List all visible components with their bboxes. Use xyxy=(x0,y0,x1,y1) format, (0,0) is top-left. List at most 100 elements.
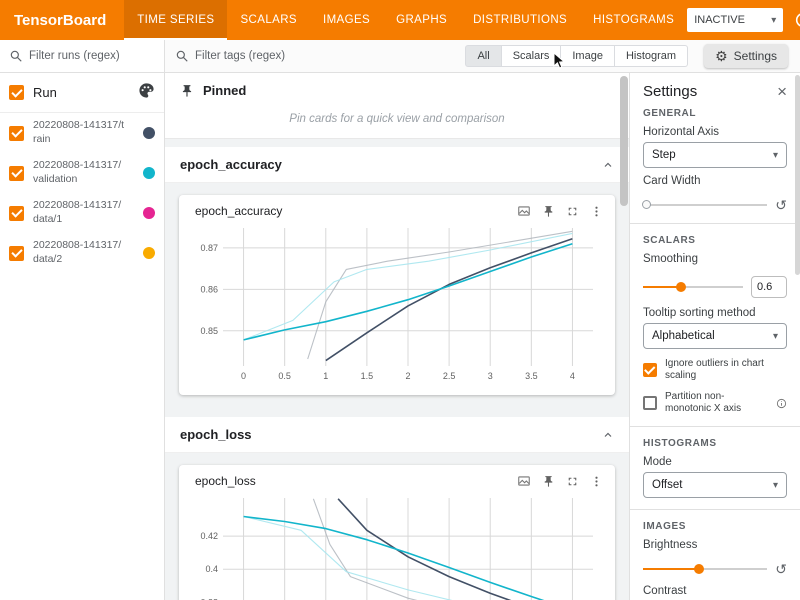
theme-toggle-icon[interactable] xyxy=(794,11,800,29)
histograms-heading: HISTOGRAMS xyxy=(643,438,787,449)
run-color-dot xyxy=(143,127,155,139)
divider xyxy=(630,223,800,224)
more-options-icon[interactable] xyxy=(590,205,603,218)
smoothing-slider[interactable] xyxy=(643,286,743,288)
data-status-dropdown[interactable]: INACTIVE ▾ xyxy=(687,8,783,32)
brightness-slider-row: ↺ xyxy=(643,562,787,576)
section-header[interactable]: epoch_loss xyxy=(165,417,629,453)
svg-text:3.5: 3.5 xyxy=(525,371,538,381)
contrast-label: Contrast xyxy=(643,585,787,597)
card-width-label: Card Width xyxy=(643,175,787,187)
scalars-heading: SCALARS xyxy=(643,235,787,246)
tab-distributions[interactable]: DISTRIBUTIONS xyxy=(460,0,580,40)
chevron-down-icon: ▾ xyxy=(773,150,778,161)
run-checkbox[interactable] xyxy=(9,246,24,261)
pinned-empty-message: Pin cards for a quick view and compariso… xyxy=(165,104,629,138)
tab-images[interactable]: IMAGES xyxy=(310,0,383,40)
svg-text:0.42: 0.42 xyxy=(200,531,218,541)
card-width-slider-row: ↺ xyxy=(643,198,787,212)
run-row-validation: 20220808-141317/validation xyxy=(0,153,164,193)
smoothing-slider-row xyxy=(643,276,787,298)
filter-all-button[interactable]: All xyxy=(465,45,501,67)
general-heading: GENERAL xyxy=(643,108,787,119)
tag-type-filter-group: All Scalars Image Histogram xyxy=(465,45,688,67)
histogram-mode-select[interactable]: Offset ▾ xyxy=(643,472,787,498)
settings-button-label: Settings xyxy=(734,49,777,63)
settings-button[interactable]: ⚙ Settings xyxy=(704,44,788,68)
runs-filter-input[interactable] xyxy=(29,50,141,62)
settings-panel-title: Settings xyxy=(643,83,697,100)
run-checkbox[interactable] xyxy=(9,166,24,181)
filter-scalars-button[interactable]: Scalars xyxy=(502,45,562,67)
section-title: epoch_loss xyxy=(180,427,252,442)
tag-toolbar: All Scalars Image Histogram ⚙ Settings xyxy=(165,40,800,73)
run-color-dot xyxy=(143,167,155,179)
card-header: epoch_accuracy xyxy=(187,202,607,220)
tab-graphs[interactable]: GRAPHS xyxy=(383,0,460,40)
card-title: epoch_loss xyxy=(195,474,256,488)
close-icon[interactable]: × xyxy=(777,83,787,100)
section-epoch-loss: epoch_loss epoch_loss 00.511.522.533.5 xyxy=(165,417,629,600)
status-value: INACTIVE xyxy=(694,14,745,26)
fit-domain-icon[interactable] xyxy=(517,204,531,218)
filter-histogram-button[interactable]: Histogram xyxy=(615,45,688,67)
smoothing-value-input[interactable] xyxy=(751,276,787,298)
tags-filter-input[interactable] xyxy=(195,50,345,62)
ignore-outliers-checkbox[interactable] xyxy=(643,363,657,377)
topbar-actions: INACTIVE ▾ ↻ ⚙ ? xyxy=(687,8,800,32)
scalar-card-epoch-loss: epoch_loss 00.511.522.533.540.360.380.40… xyxy=(179,465,615,600)
card-width-slider[interactable] xyxy=(643,204,767,206)
images-heading: IMAGES xyxy=(643,521,787,532)
reset-icon[interactable]: ↺ xyxy=(775,198,787,212)
pin-icon[interactable] xyxy=(542,475,555,488)
more-options-icon[interactable] xyxy=(590,475,603,488)
fit-domain-icon[interactable] xyxy=(517,474,531,488)
divider xyxy=(630,509,800,510)
fullscreen-icon[interactable] xyxy=(566,205,579,218)
fullscreen-icon[interactable] xyxy=(566,475,579,488)
tab-histograms[interactable]: HISTOGRAMS xyxy=(580,0,687,40)
chevron-up-icon[interactable] xyxy=(602,429,614,441)
chevron-up-icon[interactable] xyxy=(602,159,614,171)
ignore-outliers-row: Ignore outliers in chart scaling xyxy=(643,358,787,382)
run-label: 20220808-141317/validation xyxy=(33,159,125,186)
line-chart-epoch-loss: 00.511.522.533.540.360.380.40.42 xyxy=(187,490,605,600)
app-title: TensorBoard xyxy=(0,12,124,29)
tab-scalars[interactable]: SCALARS xyxy=(227,0,310,40)
pin-icon xyxy=(180,84,194,98)
settings-scrollbar[interactable] xyxy=(795,75,800,275)
tensorboard-app: TensorBoard TIME SERIES SCALARS IMAGES G… xyxy=(0,0,800,600)
partition-x-axis-row: Partition non-monotonic X axis xyxy=(643,391,787,415)
run-select-all-checkbox[interactable] xyxy=(9,85,24,100)
run-row-train: 20220808-141317/train xyxy=(0,113,164,153)
line-chart-epoch-accuracy: 00.511.522.533.540.850.860.87 xyxy=(187,220,605,384)
main-scrollbar[interactable] xyxy=(620,76,628,206)
pin-icon[interactable] xyxy=(542,205,555,218)
svg-text:1.5: 1.5 xyxy=(361,371,374,381)
partition-x-axis-checkbox[interactable] xyxy=(643,396,657,410)
run-checkbox[interactable] xyxy=(9,206,24,221)
section-header[interactable]: epoch_accuracy xyxy=(165,147,629,183)
chevron-down-icon: ▾ xyxy=(771,15,776,26)
divider xyxy=(630,426,800,427)
horizontal-axis-select[interactable]: Step ▾ xyxy=(643,142,787,168)
tooltip-sorting-value: Alphabetical xyxy=(652,330,715,342)
run-color-dot xyxy=(143,247,155,259)
reset-icon[interactable]: ↺ xyxy=(775,562,787,576)
palette-icon[interactable] xyxy=(138,82,155,104)
run-row-data1: 20220808-141317/data/1 xyxy=(0,193,164,233)
tooltip-sorting-label: Tooltip sorting method xyxy=(643,307,787,319)
scalar-card-epoch-accuracy: epoch_accuracy 00.511.522.533.540.850.86… xyxy=(179,195,615,395)
filter-image-button[interactable]: Image xyxy=(561,45,615,67)
brightness-slider[interactable] xyxy=(643,568,767,570)
runs-filter xyxy=(0,40,164,73)
svg-text:0.87: 0.87 xyxy=(200,243,218,253)
card-header: epoch_loss xyxy=(187,472,607,490)
svg-text:3: 3 xyxy=(488,371,493,381)
run-checkbox[interactable] xyxy=(9,126,24,141)
info-icon[interactable] xyxy=(776,398,787,409)
top-bar: TensorBoard TIME SERIES SCALARS IMAGES G… xyxy=(0,0,800,40)
tab-time-series[interactable]: TIME SERIES xyxy=(124,0,227,40)
tooltip-sorting-select[interactable]: Alphabetical ▾ xyxy=(643,323,787,349)
section-title: epoch_accuracy xyxy=(180,157,282,172)
